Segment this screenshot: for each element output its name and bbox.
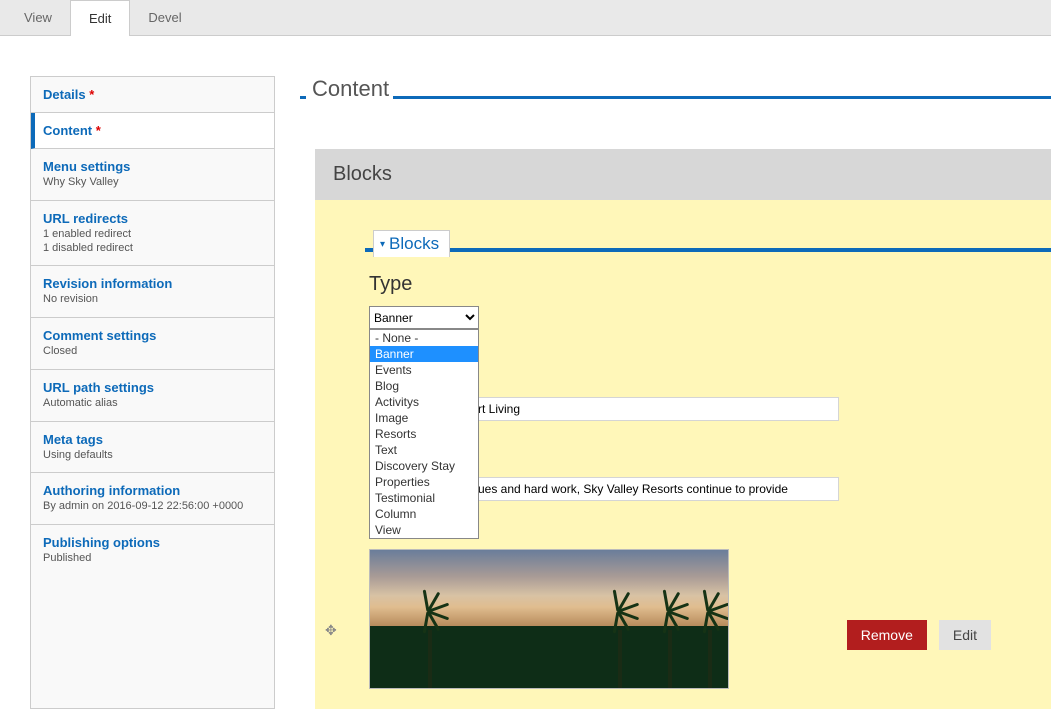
- type-option[interactable]: Column: [370, 506, 478, 522]
- type-option[interactable]: View: [370, 522, 478, 538]
- sidebar-item-summary: Automatic alias: [43, 397, 262, 411]
- sidebar-item-summary: Why Sky Valley: [43, 176, 262, 190]
- blocks-section-header: Blocks: [315, 149, 1051, 200]
- blocks-fieldset-toggle[interactable]: ▾ Blocks: [373, 230, 450, 257]
- sidebar-item-label: Publishing options: [43, 535, 262, 550]
- content-pane: Content Blocks ▾ Blocks: [300, 76, 1051, 709]
- banner-image-preview: [369, 549, 729, 689]
- sidebar-item-meta-tags[interactable]: Meta tags Using defaults: [31, 422, 274, 474]
- sidebar-item-comment[interactable]: Comment settings Closed: [31, 318, 274, 370]
- sidebar-item-details[interactable]: Details *: [31, 77, 274, 113]
- sidebar-item-label: Revision information: [43, 276, 262, 291]
- edit-button[interactable]: Edit: [939, 620, 991, 650]
- sidebar-item-label: URL path settings: [43, 380, 262, 395]
- sidebar-item-label: Authoring information: [43, 483, 262, 498]
- type-field-label: Type: [369, 273, 1051, 296]
- section-title-content: Content: [312, 76, 389, 104]
- type-option[interactable]: Activitys: [370, 394, 478, 410]
- sidebar-item-url-redirects[interactable]: URL redirects 1 enabled redirect1 disabl…: [31, 201, 274, 267]
- type-option[interactable]: Blog: [370, 378, 478, 394]
- primary-tabs: View Edit Devel: [0, 0, 1051, 36]
- sidebar-item-content[interactable]: Content *: [31, 113, 274, 149]
- tab-devel[interactable]: Devel: [130, 0, 199, 35]
- required-marker: *: [96, 123, 101, 138]
- sidebar-item-label: Comment settings: [43, 328, 262, 343]
- sidebar-item-label: Meta tags: [43, 432, 262, 447]
- sidebar-item-label: URL redirects: [43, 211, 262, 226]
- caret-down-icon: ▾: [380, 239, 385, 250]
- tab-edit[interactable]: Edit: [70, 0, 130, 36]
- remove-button[interactable]: Remove: [847, 620, 927, 650]
- drag-handle-icon[interactable]: ✥: [325, 622, 337, 639]
- tab-view[interactable]: View: [6, 0, 70, 35]
- sidebar-item-label: Menu settings: [43, 159, 262, 174]
- sidebar-item-menu-settings[interactable]: Menu settings Why Sky Valley: [31, 149, 274, 201]
- sidebar-item-label: Content: [43, 123, 92, 138]
- sidebar-item-authoring[interactable]: Authoring information By admin on 2016-0…: [31, 473, 274, 525]
- sidebar-item-summary: 1 enabled redirect1 disabled redirect: [43, 228, 262, 256]
- sidebar-item-summary: Closed: [43, 345, 262, 359]
- type-select-options-list: - None -BannerEventsBlogActivitysImageRe…: [369, 329, 479, 539]
- sidebar-item-summary: Published: [43, 552, 262, 566]
- type-option[interactable]: - None -: [370, 330, 478, 346]
- fieldset-legend-label: Blocks: [389, 234, 439, 254]
- type-option[interactable]: Testimonial: [370, 490, 478, 506]
- type-option[interactable]: Image: [370, 410, 478, 426]
- type-option[interactable]: Resorts: [370, 426, 478, 442]
- type-option[interactable]: Text: [370, 442, 478, 458]
- type-option[interactable]: Discovery Stay: [370, 458, 478, 474]
- required-marker: *: [89, 87, 94, 102]
- sidebar-item-label: Details: [43, 87, 86, 102]
- sidebar-item-summary: Using defaults: [43, 449, 262, 463]
- type-option[interactable]: Properties: [370, 474, 478, 490]
- type-option[interactable]: Banner: [370, 346, 478, 362]
- sidebar-item-revision[interactable]: Revision information No revision: [31, 266, 274, 318]
- type-option[interactable]: Events: [370, 362, 478, 378]
- vertical-tabs: Details * Content * Menu settings Why Sk…: [30, 76, 275, 709]
- sidebar-item-url-path[interactable]: URL path settings Automatic alias: [31, 370, 274, 422]
- type-select[interactable]: Banner: [369, 306, 479, 329]
- sidebar-item-summary: No revision: [43, 293, 262, 307]
- sidebar-item-publishing[interactable]: Publishing options Published: [31, 525, 274, 576]
- sidebar-item-summary: By admin on 2016-09-12 22:56:00 +0000: [43, 500, 262, 514]
